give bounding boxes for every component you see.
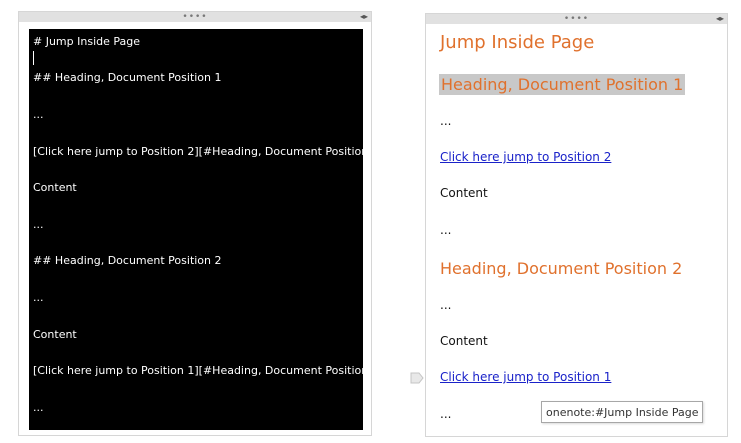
page-title: Jump Inside Page [440,32,595,53]
ellipsis-text: ... [440,298,452,312]
editor-line: ... [33,401,44,414]
markdown-textarea[interactable]: # Jump Inside Page ## Heading, Document … [29,29,383,430]
drag-grip-icon[interactable]: •••• [182,13,207,22]
editor-line: ... [33,218,44,231]
content-text: Content [440,186,488,200]
editor-line: ## Heading, Document Position 1 [33,71,222,84]
heading-position-1: Heading, Document Position 1 [439,74,686,95]
editor-line: [Click here jump to Position 1][#Heading… [33,364,384,377]
editor-line: ... [33,108,44,121]
editor-line: [Click here jump to Position 2][#Heading… [33,145,384,158]
editor-line: # Jump Inside Page [33,35,141,48]
content-text: Content [440,334,488,348]
link-jump-position-2[interactable]: Click here jump to Position 2 [440,150,611,164]
text-caret [33,51,34,65]
ellipsis-text: ... [440,407,452,421]
preview-panel: •••• ◂▸ Jump Inside Page Heading, Docume… [425,13,728,437]
heading-position-2: Heading, Document Position 2 [440,259,683,278]
link-tooltip: onenote:#Jump Inside Page [541,401,704,423]
editor-line: Content [33,328,77,341]
markdown-editor-panel: •••• ◂▸ # Jump Inside Page ## Heading, D… [18,11,383,436]
preview-content: Jump Inside Page Heading, Document Posit… [439,14,727,436]
resize-arrows-icon[interactable]: ◂▸ [360,12,368,22]
line-marker-icon [410,372,424,384]
ellipsis-text: ... [440,114,452,128]
editor-line: ... [33,291,44,304]
link-jump-position-1[interactable]: Click here jump to Position 1 [440,370,611,384]
editor-line: ## Heading, Document Position 2 [33,254,222,267]
editor-title-bar[interactable]: •••• ◂▸ [19,12,371,22]
ellipsis-text: ... [440,223,452,237]
editor-line: Content [33,181,77,194]
